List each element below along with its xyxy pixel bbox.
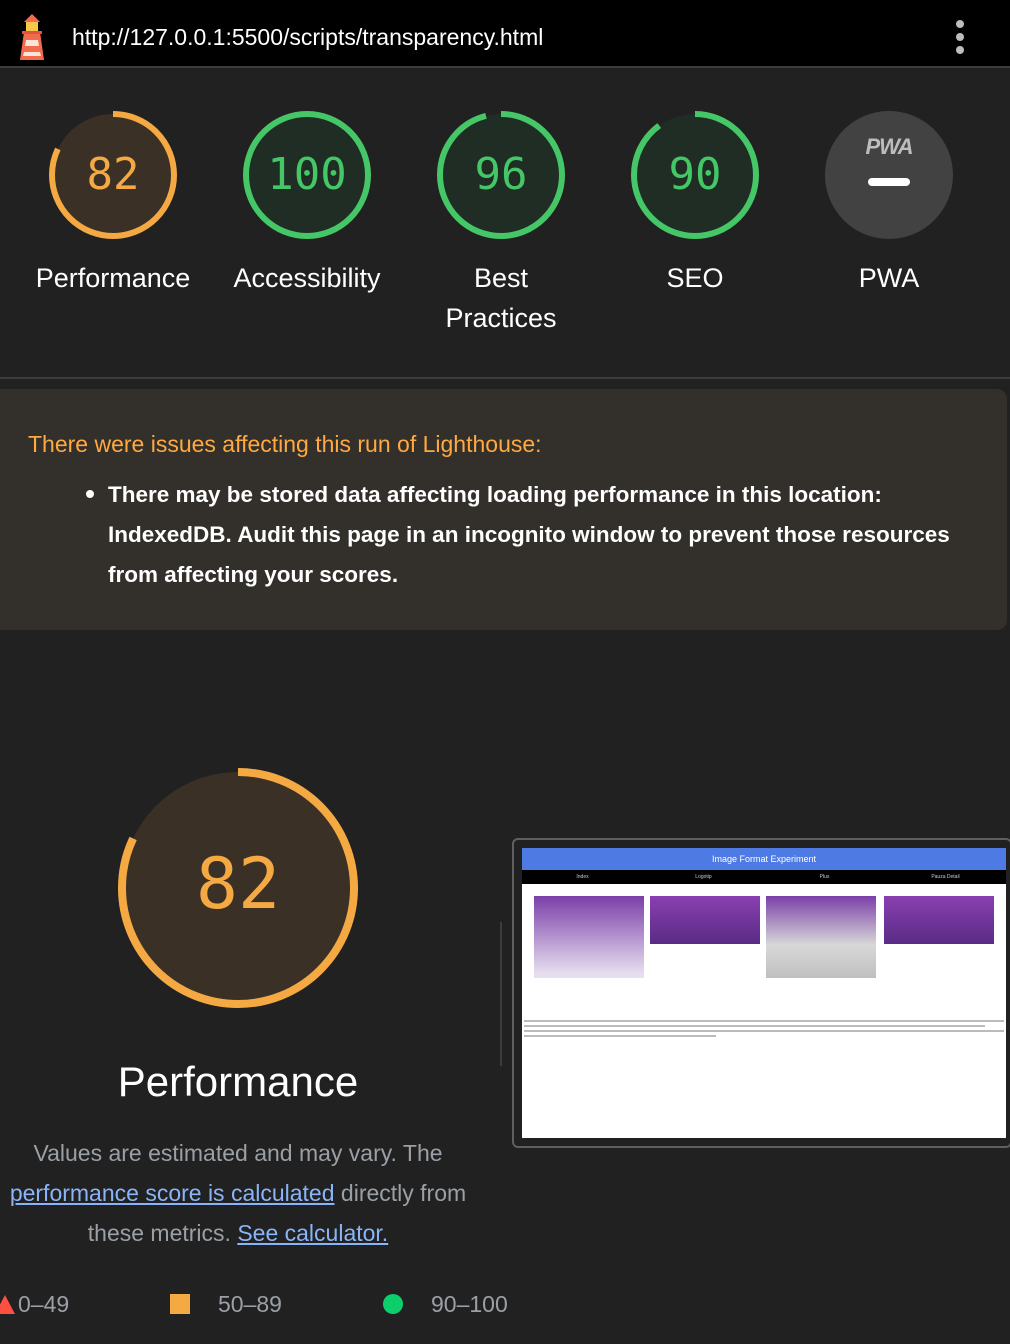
performance-title: Performance (117, 1058, 359, 1105)
thumb-image (766, 896, 876, 978)
pass-circle-icon (383, 1294, 403, 1314)
thumb-image (650, 896, 760, 944)
score-gauge-performance[interactable]: 82 (48, 110, 178, 240)
legend-average: 50–89 (218, 1291, 282, 1317)
thumb-nav: Index Logotip Plus Pauza Detail (522, 870, 1006, 884)
average-square-icon (170, 1294, 190, 1314)
score-value: 82 (86, 149, 140, 200)
pwa-badge-text: PWA (865, 134, 913, 159)
thumb-images (522, 884, 1006, 1014)
pwa-badge-icon (825, 111, 953, 239)
dash-icon (868, 178, 910, 186)
score-calculated-link[interactable]: performance score is calculated (10, 1180, 335, 1206)
divider (0, 377, 1010, 379)
thumb-body-text (522, 1018, 1006, 1040)
kebab-menu-icon[interactable] (952, 20, 968, 56)
score-gauge-seo[interactable]: 90 (630, 110, 760, 240)
warning-title: There were issues affecting this run of … (28, 431, 542, 457)
score-value: 90 (668, 149, 722, 200)
score-label: Best Practices (445, 263, 557, 333)
thumb-image (534, 896, 644, 978)
score-value: 100 (267, 149, 347, 200)
fail-triangle-icon (0, 1295, 15, 1314)
legend-fail: 0–49 (18, 1291, 70, 1317)
lighthouse-icon (20, 14, 44, 60)
score-label: Performance (35, 263, 191, 293)
desc-text-1: Values are estimated and may vary. The (33, 1140, 443, 1166)
score-label: Accessibility (233, 263, 381, 293)
thumb-nav-item: Plus (819, 874, 830, 880)
pwa-label: PWA (858, 263, 920, 293)
score-gauge-best-practices[interactable]: 96 (436, 110, 566, 240)
url-bar: http://127.0.0.1:5500/scripts/transparen… (0, 0, 1010, 68)
pwa-gauge[interactable]: PWA (824, 110, 954, 240)
thumb-nav-item: Pauza Detail (931, 874, 960, 880)
thumb-header: Image Format Experiment (522, 848, 1006, 870)
thumb-nav-item: Index (576, 874, 589, 880)
performance-description: Values are estimated and may vary. The p… (0, 1133, 486, 1253)
page-url[interactable]: http://127.0.0.1:5500/scripts/transparen… (72, 24, 543, 51)
thumb-image (884, 896, 994, 944)
separator-line (500, 922, 502, 1066)
performance-gauge-large: 82 (116, 766, 360, 1010)
warning-item: There may be stored data affecting loadi… (108, 482, 950, 587)
thumb-nav-item: Logotip (695, 874, 712, 880)
final-screenshot[interactable]: Image Format Experiment Index Logotip Pl… (522, 848, 1006, 1138)
legend-pass: 90–100 (431, 1291, 508, 1317)
score-label: SEO (666, 263, 724, 293)
score-value: 96 (474, 149, 528, 200)
bullet-icon (86, 490, 94, 498)
score-gauge-accessibility[interactable]: 100 (242, 110, 372, 240)
see-calculator-link[interactable]: See calculator. (237, 1220, 388, 1246)
performance-score-large: 82 (195, 843, 281, 925)
